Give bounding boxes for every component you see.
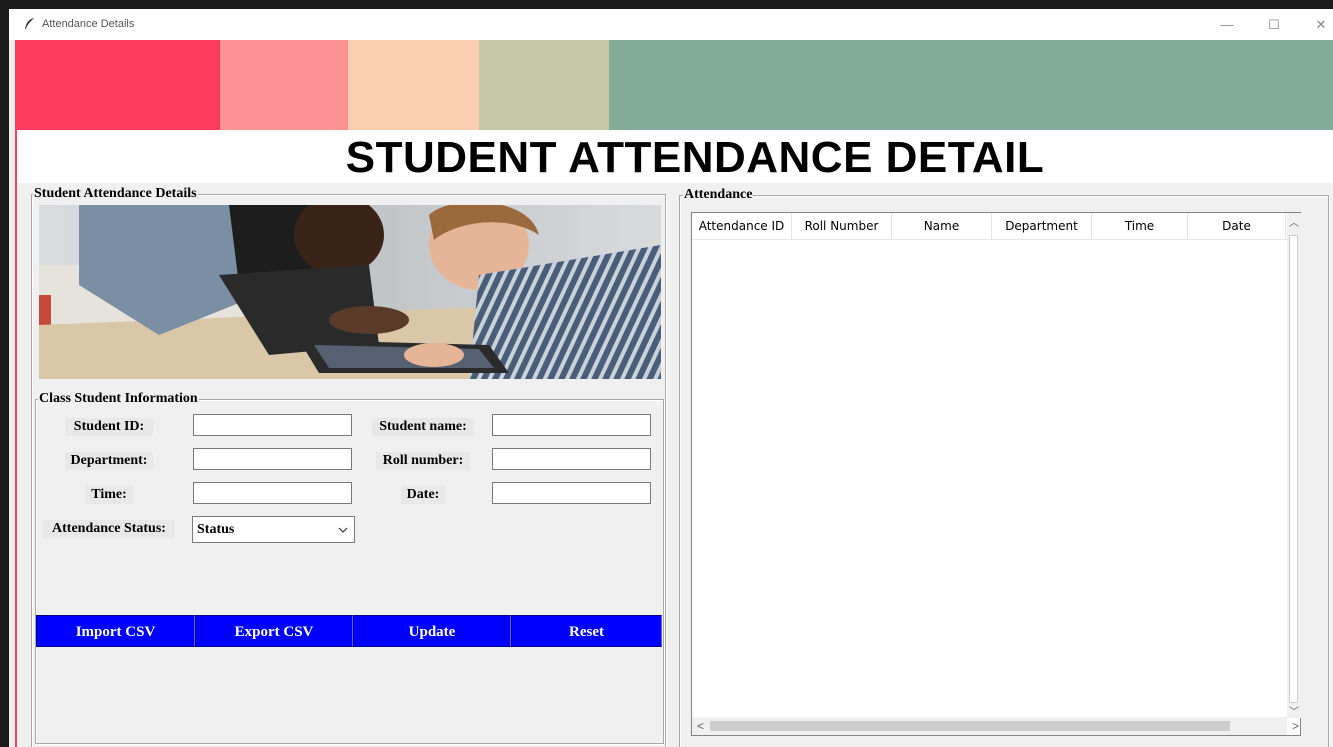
- title-bar: Attendance Details — ☐ ✕: [9, 9, 1333, 40]
- import-csv-button[interactable]: Import CSV: [36, 615, 195, 647]
- attendance-title: Attendance: [683, 187, 754, 203]
- scroll-left-icon[interactable]: <: [697, 720, 704, 732]
- attendance-status-value: Status: [197, 522, 235, 537]
- attendance-status-select[interactable]: Status: [192, 516, 355, 543]
- left-accent-bar: [15, 130, 17, 747]
- time-label: Time:: [85, 486, 133, 504]
- column-header-date[interactable]: Date: [1188, 213, 1286, 239]
- color-banner: [9, 40, 1333, 130]
- update-button[interactable]: Update: [353, 615, 511, 647]
- date-input[interactable]: [492, 482, 651, 504]
- banner-strip: [348, 40, 479, 130]
- vertical-scrollbar[interactable]: ︿ ﹀: [1287, 213, 1301, 718]
- column-header-roll-number[interactable]: Roll Number: [792, 213, 892, 239]
- students-photo: [39, 205, 661, 379]
- banner-strip: [220, 40, 348, 130]
- roll-number-input[interactable]: [492, 448, 651, 470]
- reset-button[interactable]: Reset: [511, 615, 662, 647]
- attendance-table[interactable]: Attendance ID Roll Number Name Departmen…: [691, 212, 1301, 736]
- minimize-button[interactable]: —: [1205, 13, 1249, 37]
- student-details-title: Student Attendance Details: [33, 186, 198, 202]
- department-input[interactable]: [193, 448, 352, 470]
- scroll-right-icon[interactable]: >: [1292, 720, 1299, 732]
- column-header-attendance-id[interactable]: Attendance ID: [692, 213, 792, 239]
- table-header: Attendance ID Roll Number Name Departmen…: [692, 213, 1300, 240]
- horizontal-scroll-thumb[interactable]: [710, 721, 1230, 731]
- close-button[interactable]: ✕: [1299, 13, 1333, 37]
- horizontal-scrollbar[interactable]: <: [692, 717, 1287, 735]
- student-name-input[interactable]: [492, 414, 651, 436]
- maximize-button[interactable]: ☐: [1252, 13, 1296, 37]
- student-id-input[interactable]: [193, 414, 352, 436]
- column-header-name[interactable]: Name: [892, 213, 992, 239]
- scroll-up-icon[interactable]: ︿: [1289, 219, 1299, 229]
- banner-strip: [479, 40, 609, 130]
- vertical-scroll-thumb[interactable]: [1289, 235, 1298, 703]
- student-name-label: Student name:: [372, 418, 474, 436]
- student-id-label: Student ID:: [65, 418, 153, 436]
- button-bar: Import CSV Export CSV Update Reset: [36, 615, 662, 647]
- banner-strip: [15, 40, 220, 130]
- chevron-down-icon: [338, 527, 348, 533]
- attendance-status-label: Attendance Status:: [43, 520, 175, 538]
- heading-area: STUDENT ATTENDANCE DETAIL: [15, 130, 1333, 183]
- scroll-down-icon[interactable]: ﹀: [1289, 708, 1299, 718]
- time-input[interactable]: [193, 482, 352, 504]
- class-info-title: Class Student Information: [38, 391, 199, 407]
- department-label: Department:: [65, 452, 153, 470]
- column-header-department[interactable]: Department: [992, 213, 1092, 239]
- column-header-time[interactable]: Time: [1092, 213, 1188, 239]
- roll-number-label: Roll number:: [376, 452, 470, 470]
- page-title: STUDENT ATTENDANCE DETAIL: [345, 133, 1045, 182]
- app-window: Attendance Details — ☐ ✕ STUDENT ATTENDA…: [9, 9, 1333, 747]
- banner-strip: [609, 40, 1333, 130]
- date-label: Date:: [401, 486, 445, 504]
- export-csv-button[interactable]: Export CSV: [195, 615, 353, 647]
- feather-icon: [25, 18, 34, 29]
- window-title: Attendance Details: [42, 18, 135, 30]
